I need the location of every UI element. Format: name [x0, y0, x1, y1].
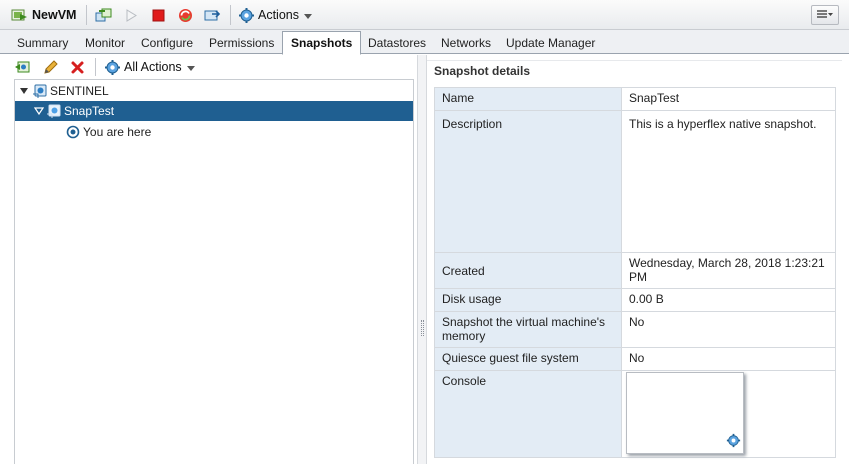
edit-snapshot-button[interactable] — [42, 58, 59, 76]
all-actions-menu-button[interactable]: All Actions — [104, 58, 195, 76]
vm-title: NewVM — [11, 5, 76, 25]
vm-toolbar: NewVM Actions — [0, 0, 849, 30]
vm-icon — [11, 7, 28, 24]
expand-triangle-icon[interactable] — [20, 88, 28, 94]
tree-node-root[interactable]: SENTINEL — [15, 81, 413, 101]
snapshot-details-table: Name SnapTest Description This is a hype… — [434, 87, 836, 458]
refresh-icon — [177, 7, 194, 24]
tree-node-label: You are here — [83, 125, 152, 139]
snapshot-created-value: Wednesday, March 28, 2018 1:23:21 PM — [621, 252, 836, 289]
details-row-console: Console — [434, 370, 836, 458]
power-on-button[interactable] — [123, 5, 140, 25]
details-label: Quiesce guest file system — [434, 347, 622, 371]
pane-splitter[interactable] — [417, 55, 427, 464]
snapshot-toolbar: All Actions — [0, 55, 417, 79]
memory-value: No — [621, 311, 836, 348]
console-cell — [621, 370, 836, 458]
revert-snapshot-button[interactable] — [14, 58, 31, 76]
actions-menu-button[interactable]: Actions — [238, 5, 312, 25]
splitter-grip-icon[interactable] — [421, 320, 424, 336]
play-icon — [123, 7, 140, 24]
tab-monitor[interactable]: Monitor — [77, 32, 133, 54]
console-thumbnail[interactable] — [626, 372, 744, 454]
snapshot-tree: SENTINEL SnapTest You are here — [14, 79, 414, 464]
details-row-name: Name SnapTest — [434, 87, 836, 111]
reset-button[interactable] — [177, 5, 194, 25]
tree-node-current-state[interactable]: You are here — [15, 122, 413, 142]
actions-label: Actions — [258, 8, 299, 22]
chevron-down-icon — [186, 65, 195, 71]
tab-configure[interactable]: Configure — [133, 32, 201, 54]
tab-summary[interactable]: Summary — [9, 32, 76, 54]
tree-node-snapshot[interactable]: SnapTest — [15, 101, 413, 121]
quiesce-value: No — [621, 347, 836, 371]
tree-node-label: SENTINEL — [50, 84, 109, 98]
gear-icon[interactable] — [726, 433, 741, 451]
tab-permissions[interactable]: Permissions — [201, 32, 282, 54]
details-label: Name — [434, 87, 622, 111]
details-row-memory: Snapshot the virtual machine's memory No — [434, 311, 836, 348]
tab-datastores[interactable]: Datastores — [360, 32, 434, 54]
details-label: Description — [434, 110, 622, 253]
menu-lines-icon — [816, 8, 834, 22]
tab-snapshots[interactable]: Snapshots — [282, 31, 362, 55]
details-label: Created — [434, 252, 622, 289]
delete-x-icon — [69, 59, 86, 76]
disk-usage-value: 0.00 B — [621, 288, 836, 312]
snapshot-tree-pane: All Actions SENTINEL SnapTest You are he… — [0, 55, 417, 464]
chevron-down-icon — [304, 13, 312, 19]
delete-snapshot-button[interactable] — [69, 58, 86, 76]
vm-snapshot-icon — [32, 83, 48, 99]
view-options-button[interactable] — [811, 5, 839, 25]
expand-triangle-icon[interactable] — [34, 107, 44, 115]
pencil-icon — [42, 59, 59, 76]
toolbar-separator — [86, 5, 87, 25]
divider — [427, 60, 842, 61]
tree-node-label: SnapTest — [64, 104, 115, 118]
gear-icon — [104, 59, 121, 76]
object-tabs: Summary Monitor Configure Permissions Sn… — [0, 30, 849, 55]
toolbar-separator — [95, 58, 96, 76]
power-off-button[interactable] — [150, 5, 167, 25]
all-actions-label: All Actions — [124, 60, 182, 74]
snapshot-icon — [46, 103, 62, 119]
stop-icon — [150, 7, 167, 24]
details-row-disk-usage: Disk usage 0.00 B — [434, 288, 836, 312]
details-label: Console — [434, 370, 622, 458]
gear-icon — [238, 7, 255, 24]
details-title: Snapshot details — [434, 64, 531, 78]
details-label: Snapshot the virtual machine's memory — [434, 311, 622, 348]
details-row-created: Created Wednesday, March 28, 2018 1:23:2… — [434, 252, 836, 289]
snapshot-description-value: This is a hyperflex native snapshot. — [621, 110, 836, 253]
toolbar-separator — [230, 5, 231, 25]
details-row-quiesce: Quiesce guest file system No — [434, 347, 836, 371]
console-button[interactable] — [204, 5, 221, 25]
migrate-button[interactable] — [95, 5, 112, 25]
snapshot-details-pane: Snapshot details Name SnapTest Descripti… — [427, 55, 849, 464]
details-row-description: Description This is a hyperflex native s… — [434, 110, 836, 253]
tab-networks[interactable]: Networks — [433, 32, 499, 54]
vm-name: NewVM — [32, 8, 77, 22]
revert-icon — [14, 59, 31, 76]
snapshot-name-value: SnapTest — [621, 87, 836, 111]
migrate-icon — [95, 7, 112, 24]
tab-update-manager[interactable]: Update Manager — [498, 32, 603, 54]
you-are-here-icon — [66, 125, 80, 139]
details-label: Disk usage — [434, 288, 622, 312]
console-launch-icon — [204, 7, 221, 24]
